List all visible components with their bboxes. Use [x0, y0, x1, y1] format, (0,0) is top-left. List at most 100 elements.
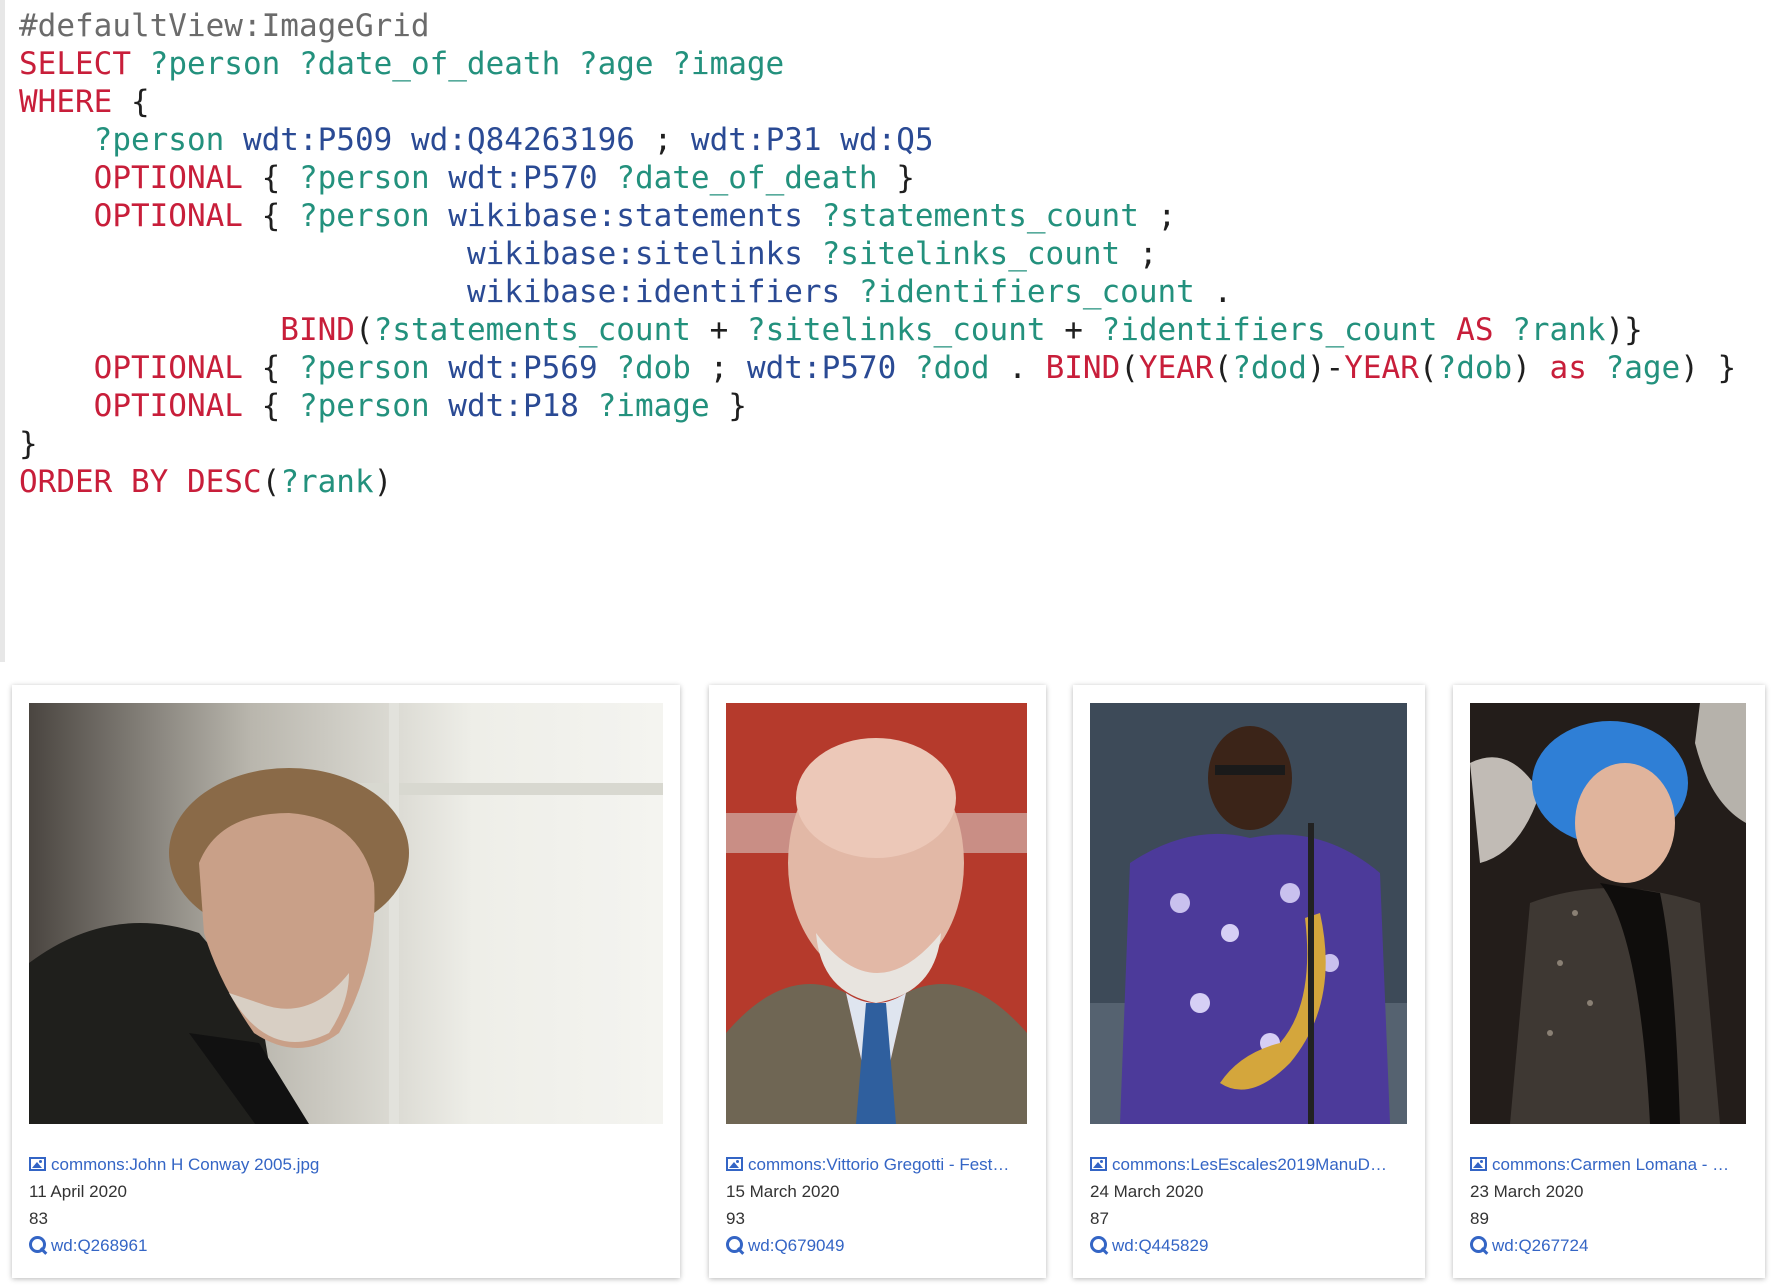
image-icon — [726, 1157, 743, 1171]
code-token: OPTIONAL — [93, 160, 243, 196]
code-token: ?person — [298, 350, 430, 386]
code-token: { — [242, 198, 299, 234]
code-token: WHERE — [19, 84, 113, 120]
code-token: ?dod — [1232, 350, 1307, 386]
result-card: commons:Carmen Lomana - … 23 March 2020 … — [1453, 685, 1765, 1278]
portrait-photo-icon — [1090, 703, 1407, 1124]
code-token: wdt:P570 — [746, 350, 897, 386]
code-token: ?sitelinks_count — [821, 236, 1121, 272]
code-token: { — [242, 350, 299, 386]
result-photo[interactable] — [726, 703, 1027, 1124]
result-meta: commons:John H Conway 2005.jpg 11 April … — [29, 1151, 670, 1259]
code-token: ?identifiers_count — [858, 274, 1195, 310]
search-icon — [1090, 1236, 1108, 1254]
result-photo[interactable] — [29, 703, 663, 1124]
code-token: ?person ?date_of_death ?age ?image — [149, 46, 785, 82]
code-token: ( — [1120, 350, 1139, 386]
code-token: { — [242, 388, 299, 424]
date-of-death: 24 March 2020 — [1090, 1182, 1204, 1201]
code-token: AS — [1456, 312, 1494, 348]
code-token: wdt:P570 — [448, 160, 598, 196]
code-token: ) } — [1680, 350, 1737, 386]
code-token: ?person — [93, 122, 225, 158]
code-token: wikibase:sitelinks — [466, 236, 803, 272]
query-editor[interactable]: #defaultView:ImageGrid SELECT ?person ?d… — [0, 0, 1772, 662]
person-link-text: wd:Q268961 — [51, 1236, 148, 1255]
person-link[interactable]: wd:Q268961 — [29, 1236, 147, 1255]
code-token: . — [1194, 274, 1233, 310]
code-token: { — [112, 84, 150, 120]
result-meta: commons:Carmen Lomana - … 23 March 2020 … — [1470, 1151, 1755, 1259]
code-token: ( — [354, 312, 374, 348]
code-token: + — [1045, 312, 1102, 348]
code-token: ; — [1120, 236, 1158, 272]
age-value: 87 — [1090, 1209, 1109, 1228]
code-token: OPTIONAL — [93, 388, 243, 424]
code-line: ?person wdt:P509 wd:Q84263196 ; wdt:P31 … — [19, 119, 934, 162]
code-line: OPTIONAL { ?person wdt:P18 ?image } — [19, 385, 747, 428]
code-token: ?dod — [914, 350, 990, 386]
person-link-text: wd:Q445829 — [1112, 1236, 1209, 1255]
code-line: OPTIONAL { ?person wdt:P569 ?dob ; wdt:P… — [19, 347, 1737, 390]
code-token: ) — [1512, 350, 1550, 386]
search-icon — [29, 1236, 47, 1254]
person-link-text: wd:Q267724 — [1492, 1236, 1589, 1255]
code-token: SELECT — [19, 46, 131, 82]
code-token: wikibase:statements — [448, 198, 803, 234]
code-token: ?age — [1605, 350, 1681, 386]
code-token: ?image — [597, 388, 710, 424]
person-link[interactable]: wd:Q267724 — [1470, 1236, 1588, 1255]
code-token: ORDER BY DESC — [19, 464, 262, 500]
code-token: BIND — [280, 312, 355, 348]
code-token: ( — [261, 464, 281, 500]
age-value: 83 — [29, 1209, 48, 1228]
portrait-photo-icon — [726, 703, 1027, 1124]
date-of-death: 23 March 2020 — [1470, 1182, 1584, 1201]
result-meta: commons:LesEscales2019ManuD… 24 March 20… — [1090, 1151, 1415, 1259]
code-token: ?identifiers_count — [1101, 312, 1438, 348]
code-line: BIND(?statements_count + ?sitelinks_coun… — [19, 309, 1643, 352]
portrait-photo-icon — [1470, 703, 1746, 1124]
image-link[interactable]: commons:Vittorio Gregotti - Fest… — [726, 1155, 1009, 1174]
result-card: commons:Vittorio Gregotti - Fest… 15 Mar… — [709, 685, 1046, 1278]
code-token: wdt:P31 wd:Q5 — [690, 122, 934, 158]
code-line: } — [19, 423, 38, 466]
image-link-text: commons:John H Conway 2005.jpg — [51, 1155, 320, 1174]
code-line: wikibase:identifiers ?identifiers_count … — [19, 271, 1232, 314]
image-link[interactable]: commons:John H Conway 2005.jpg — [29, 1155, 319, 1174]
code-token: ?sitelinks_count — [746, 312, 1046, 348]
code-token: wdt:P509 wd:Q84263196 — [242, 122, 635, 158]
result-photo[interactable] — [1090, 703, 1407, 1124]
image-link[interactable]: commons:Carmen Lomana - … — [1470, 1155, 1729, 1174]
code-line: WHERE { — [19, 81, 150, 124]
code-token: ?person — [298, 160, 430, 196]
person-link[interactable]: wd:Q679049 — [726, 1236, 844, 1255]
result-photo[interactable] — [1470, 703, 1746, 1124]
code-token: } — [19, 426, 38, 462]
image-link-text: commons:LesEscales2019ManuD… — [1112, 1155, 1387, 1174]
person-link[interactable]: wd:Q445829 — [1090, 1236, 1208, 1255]
code-line: ORDER BY DESC(?rank) — [19, 461, 392, 504]
code-token: ?rank — [280, 464, 374, 500]
code-token: )- — [1306, 350, 1345, 386]
search-icon — [1470, 1236, 1488, 1254]
code-token: BIND — [1045, 350, 1121, 386]
image-link[interactable]: commons:LesEscales2019ManuD… — [1090, 1155, 1387, 1174]
code-token: ( — [1213, 350, 1233, 386]
